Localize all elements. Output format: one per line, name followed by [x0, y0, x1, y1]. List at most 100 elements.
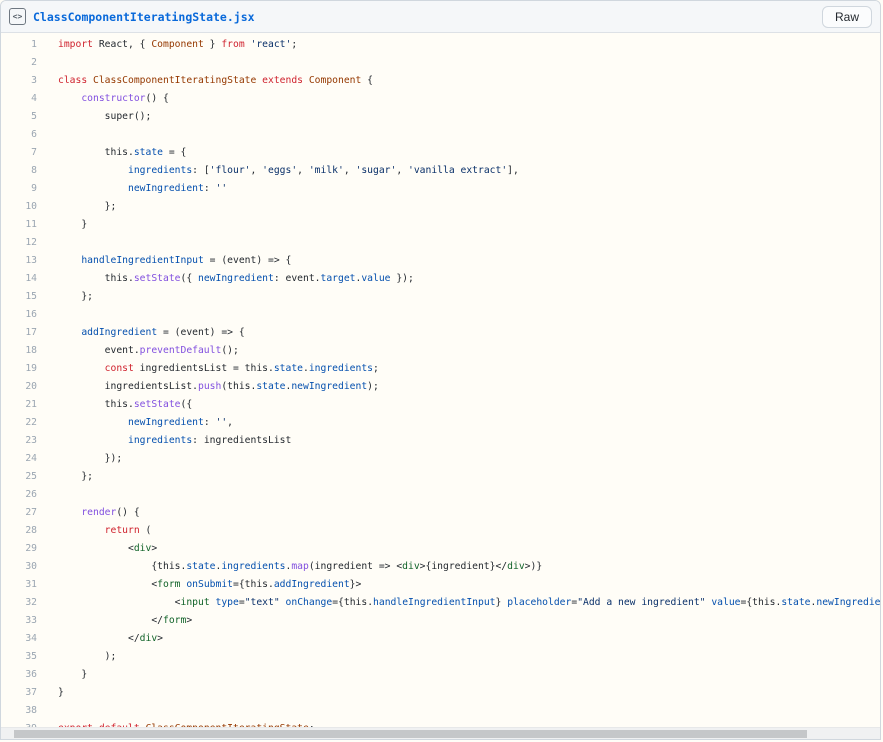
- code-token: '': [215, 417, 228, 428]
- code-token: ({: [180, 273, 198, 284]
- code-token: ,: [343, 165, 356, 176]
- line-number[interactable]: 21: [1, 396, 37, 414]
- code-line: }: [37, 684, 64, 702]
- code-row: 17 addIngredient = (event) => {: [1, 324, 880, 342]
- code-token: state: [186, 561, 216, 572]
- code-token: = (event) => {: [203, 255, 292, 266]
- line-number[interactable]: 17: [1, 324, 37, 342]
- code-token: preventDefault: [139, 345, 222, 356]
- code-line: newIngredient: '': [37, 180, 227, 198]
- line-number[interactable]: 10: [1, 198, 37, 216]
- code-token: );: [367, 381, 379, 392]
- code-token: div: [133, 543, 152, 554]
- code-line: render() {: [37, 504, 139, 522]
- code-token: ();: [221, 345, 239, 356]
- code-line: super();: [37, 108, 152, 126]
- line-number[interactable]: 38: [1, 702, 37, 720]
- code-token: <: [58, 579, 158, 590]
- line-number[interactable]: 1: [1, 36, 37, 54]
- line-number[interactable]: 28: [1, 522, 37, 540]
- code-line: event.preventDefault();: [37, 342, 239, 360]
- line-number[interactable]: 2: [1, 54, 37, 72]
- code-token: 'react': [250, 39, 292, 50]
- code-token: >: [186, 615, 193, 626]
- code-token: addIngredient: [273, 579, 350, 590]
- line-number[interactable]: 11: [1, 216, 37, 234]
- line-number[interactable]: 3: [1, 72, 37, 90]
- code-token: div: [402, 561, 420, 572]
- line-number[interactable]: 9: [1, 180, 37, 198]
- line-number[interactable]: 23: [1, 432, 37, 450]
- line-number[interactable]: 29: [1, 540, 37, 558]
- code-token: div: [507, 561, 525, 572]
- file-name[interactable]: ClassComponentIteratingState.jsx: [33, 10, 255, 24]
- code-token: newIngredient: [128, 417, 204, 428]
- line-number[interactable]: 34: [1, 630, 37, 648]
- line-number[interactable]: 4: [1, 90, 37, 108]
- line-number[interactable]: 35: [1, 648, 37, 666]
- code-row: 6: [1, 126, 880, 144]
- line-number[interactable]: 19: [1, 360, 37, 378]
- code-token: <: [58, 597, 181, 608]
- code-row: 7 this.state = {: [1, 144, 880, 162]
- code-row: 39export default ClassComponentIterating…: [1, 720, 880, 727]
- code-token: = (event) => {: [157, 327, 245, 338]
- line-number[interactable]: 20: [1, 378, 37, 396]
- line-number[interactable]: 27: [1, 504, 37, 522]
- code-row: 30 {this.state.ingredients.map(ingredien…: [1, 558, 880, 576]
- code-token: ={this.: [332, 597, 374, 608]
- code-line: };: [37, 198, 117, 216]
- code-token: extends: [262, 75, 303, 86]
- code-token: newIngredient: [128, 183, 204, 194]
- line-number[interactable]: 15: [1, 288, 37, 306]
- line-number[interactable]: 7: [1, 144, 37, 162]
- line-number[interactable]: 26: [1, 486, 37, 504]
- line-number[interactable]: 6: [1, 126, 37, 144]
- code-token: setState: [133, 273, 181, 284]
- code-line: this.setState({ newIngredient: event.tar…: [37, 270, 414, 288]
- code-file-icon: <>: [9, 8, 26, 25]
- code-token: onChange: [285, 597, 333, 608]
- code-token: this.: [58, 399, 134, 410]
- code-token: });: [58, 453, 123, 464]
- line-number[interactable]: 16: [1, 306, 37, 324]
- code-line: export default ClassComponentIteratingSt…: [37, 720, 315, 727]
- code-token: div: [139, 633, 158, 644]
- line-number[interactable]: 39: [1, 720, 37, 727]
- line-number[interactable]: 22: [1, 414, 37, 432]
- line-number[interactable]: 5: [1, 108, 37, 126]
- line-number[interactable]: 31: [1, 576, 37, 594]
- line-number[interactable]: 32: [1, 594, 37, 612]
- line-number[interactable]: 30: [1, 558, 37, 576]
- line-number[interactable]: 36: [1, 666, 37, 684]
- code-token: value: [361, 273, 391, 284]
- code-line: ingredients: ['flour', 'eggs', 'milk', '…: [37, 162, 519, 180]
- code-token: };: [58, 291, 93, 302]
- line-number[interactable]: 24: [1, 450, 37, 468]
- code-token: ingredients: [308, 363, 373, 374]
- line-number[interactable]: 33: [1, 612, 37, 630]
- code-token: () {: [145, 93, 169, 104]
- code-token: ingredientsList.: [58, 381, 198, 392]
- code-row: 13 handleIngredientInput = (event) => {: [1, 252, 880, 270]
- code-row: 28 return (: [1, 522, 880, 540]
- code-token: = {: [163, 147, 187, 158]
- line-number[interactable]: 14: [1, 270, 37, 288]
- code-row: 24 });: [1, 450, 880, 468]
- raw-button[interactable]: Raw: [821, 5, 872, 28]
- scrollbar-thumb[interactable]: [14, 730, 807, 738]
- line-number[interactable]: 8: [1, 162, 37, 180]
- line-number[interactable]: 13: [1, 252, 37, 270]
- code-row: 36 }: [1, 666, 880, 684]
- code-line: </form>: [37, 612, 192, 630]
- code-row: 2: [1, 54, 880, 72]
- line-number[interactable]: 12: [1, 234, 37, 252]
- code-row: 38: [1, 702, 880, 720]
- horizontal-scrollbar[interactable]: [1, 727, 880, 739]
- line-number[interactable]: 18: [1, 342, 37, 360]
- line-number[interactable]: 25: [1, 468, 37, 486]
- line-number[interactable]: 37: [1, 684, 37, 702]
